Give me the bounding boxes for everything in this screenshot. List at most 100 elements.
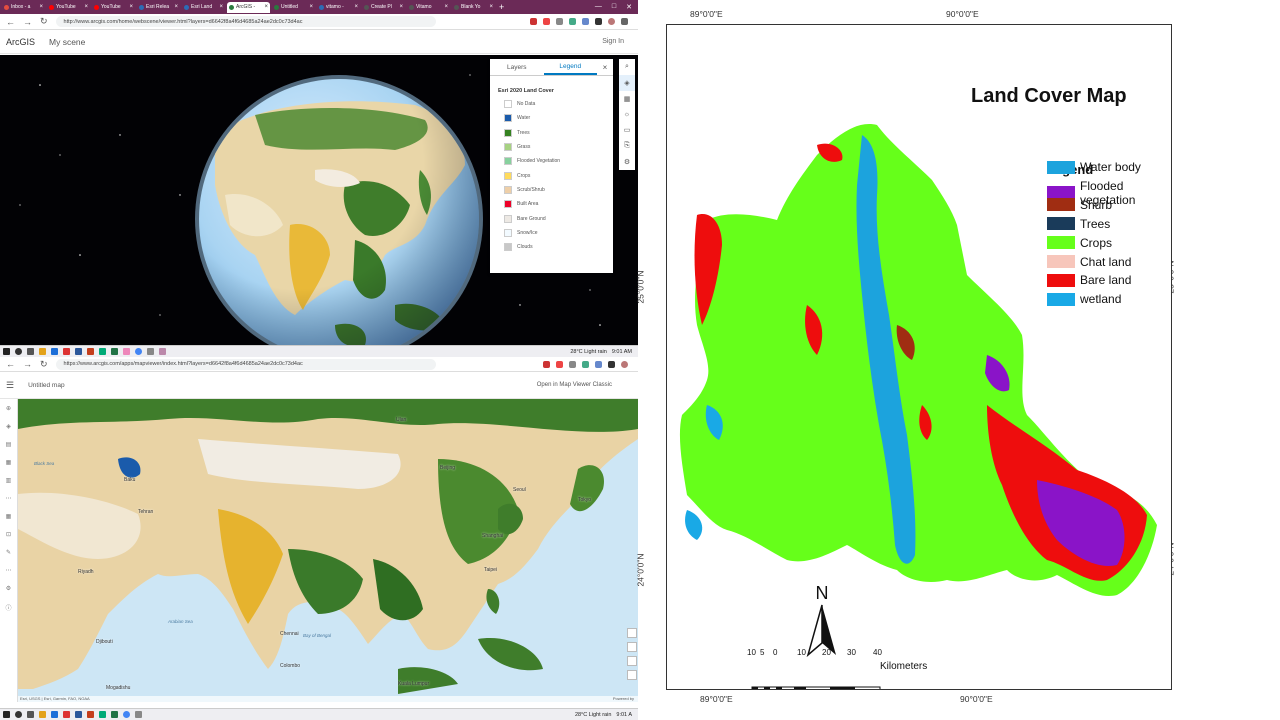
more-icon[interactable]: ⋯ <box>6 495 12 507</box>
powerpoint-icon[interactable] <box>87 348 94 355</box>
forward-icon[interactable]: → <box>23 359 32 369</box>
reload-icon[interactable]: ↻ <box>40 359 48 370</box>
sketch-icon[interactable]: ✎ <box>6 549 11 561</box>
layers-icon[interactable]: ◈ <box>619 74 635 91</box>
app-icon[interactable] <box>159 348 166 355</box>
download-icon[interactable] <box>556 18 563 25</box>
excel-icon[interactable] <box>111 711 118 718</box>
app-icon[interactable] <box>63 711 70 718</box>
close-icon[interactable]: × <box>597 59 613 75</box>
profile-avatar[interactable] <box>621 360 628 368</box>
extension-icon[interactable] <box>530 18 537 25</box>
url-input[interactable]: http://www.arcgis.com/home/webscene/view… <box>55 16 436 27</box>
app-icon[interactable] <box>63 348 70 355</box>
settings-icon[interactable]: ⚙ <box>619 154 635 170</box>
browser-tab[interactable]: YouTube × <box>92 2 135 13</box>
legend-icon[interactable]: ▦ <box>6 513 12 525</box>
home-icon[interactable] <box>627 628 637 638</box>
word-icon[interactable] <box>75 348 82 355</box>
weather-status[interactable]: 28°C Light rain <box>570 349 606 355</box>
profile-avatar[interactable] <box>608 18 615 25</box>
chrome-icon[interactable] <box>123 711 130 718</box>
browser-tab[interactable]: Blank Yo × <box>452 2 495 13</box>
minimize-icon[interactable]: — <box>595 3 602 11</box>
search-icon[interactable]: ⌕ <box>619 59 635 75</box>
windows-start-icon[interactable] <box>3 711 10 718</box>
back-icon[interactable]: ← <box>6 359 15 369</box>
zoom-in-icon[interactable] <box>627 642 637 652</box>
browser-tab[interactable]: Untitled × <box>272 2 315 13</box>
edge-icon[interactable] <box>99 711 106 718</box>
browser-tab[interactable]: Inbox - a × <box>2 2 45 13</box>
tab-close-icon[interactable]: × <box>84 4 88 10</box>
extension-icon[interactable] <box>595 360 602 368</box>
open-classic-link[interactable]: Open in Map Viewer Classic <box>537 382 632 388</box>
tab-layers[interactable]: Layers <box>490 59 544 75</box>
clock[interactable]: 9:01 A <box>616 712 632 718</box>
tab-close-icon[interactable]: × <box>39 4 43 10</box>
edge-icon[interactable] <box>99 348 106 355</box>
browser-tab[interactable]: YouTube × <box>47 2 90 13</box>
tab-close-icon[interactable]: × <box>309 4 313 10</box>
forward-icon[interactable]: → <box>23 17 32 27</box>
basemap-icon[interactable]: ▦ <box>6 459 12 471</box>
browser-tab[interactable]: Esri Relea × <box>137 2 180 13</box>
compass-icon[interactable] <box>627 670 637 680</box>
word-icon[interactable] <box>75 711 82 718</box>
info-icon[interactable]: ⓘ <box>5 603 11 615</box>
layers-icon[interactable]: ◈ <box>6 423 11 435</box>
basemap-icon[interactable]: ▦ <box>619 91 635 107</box>
task-view-icon[interactable] <box>27 711 34 718</box>
back-icon[interactable]: ← <box>6 17 15 27</box>
app-icon[interactable] <box>51 711 58 718</box>
arcgis-logo[interactable]: ArcGIS <box>6 37 35 47</box>
map-viewport[interactable]: Black Sea Baku Tehran Riyadh Ulan Beijin… <box>18 399 638 702</box>
tab-close-icon[interactable]: × <box>264 4 268 10</box>
earth-globe[interactable] <box>195 75 483 345</box>
clock[interactable]: 9:01 AM <box>612 349 632 355</box>
tab-close-icon[interactable]: × <box>489 4 493 10</box>
download-icon[interactable] <box>569 360 576 368</box>
tab-close-icon[interactable]: × <box>399 4 403 10</box>
windows-start-icon[interactable] <box>3 348 10 355</box>
tab-close-icon[interactable]: × <box>444 4 448 10</box>
tab-close-icon[interactable]: × <box>219 4 223 10</box>
powerpoint-icon[interactable] <box>87 711 94 718</box>
puzzle-icon[interactable] <box>595 18 602 25</box>
reload-icon[interactable]: ↻ <box>40 16 48 27</box>
excel-icon[interactable] <box>111 348 118 355</box>
search-taskbar-icon[interactable] <box>15 711 22 718</box>
maximize-icon[interactable]: □ <box>612 3 616 11</box>
extension-icon[interactable] <box>582 360 589 368</box>
app-icon[interactable] <box>147 348 154 355</box>
sign-in-link[interactable]: Sign In <box>602 38 632 45</box>
new-tab-button[interactable]: + <box>499 2 504 12</box>
settings-icon[interactable]: ⚙ <box>6 585 11 597</box>
menu-icon[interactable] <box>621 18 628 25</box>
tab-close-icon[interactable]: × <box>174 4 178 10</box>
scene-title[interactable]: My scene <box>49 37 85 47</box>
browser-tab[interactable]: Create Pl × <box>362 2 405 13</box>
hamburger-menu-icon[interactable]: ☰ <box>6 380 14 391</box>
puzzle-icon[interactable] <box>608 360 615 368</box>
chrome-icon[interactable] <box>135 348 142 355</box>
extension-icon[interactable] <box>543 18 550 25</box>
extension-icon[interactable] <box>569 18 576 25</box>
tab-legend[interactable]: Legend <box>543 59 597 75</box>
extension-icon[interactable] <box>556 360 563 368</box>
weather-status[interactable]: 28°C Light rain <box>575 712 611 718</box>
app-icon[interactable] <box>51 348 58 355</box>
tables-icon[interactable]: ▤ <box>6 441 12 453</box>
more-icon[interactable]: ⋯ <box>6 567 12 579</box>
task-view-icon[interactable] <box>27 348 34 355</box>
browser-tab[interactable]: vitamo - × <box>317 2 360 13</box>
add-icon[interactable]: ⊕ <box>6 405 11 417</box>
url-input-bottom[interactable]: https://www.arcgis.com/apps/mapviewer/in… <box>55 358 436 370</box>
zoom-out-icon[interactable] <box>627 656 637 666</box>
file-explorer-icon[interactable] <box>39 711 46 718</box>
browser-tab[interactable]: Esri Land × <box>182 2 225 13</box>
search-taskbar-icon[interactable] <box>15 348 22 355</box>
browser-tab[interactable]: ArcGIS - × <box>227 1 270 13</box>
file-explorer-icon[interactable] <box>39 348 46 355</box>
tab-close-icon[interactable]: × <box>354 4 358 10</box>
